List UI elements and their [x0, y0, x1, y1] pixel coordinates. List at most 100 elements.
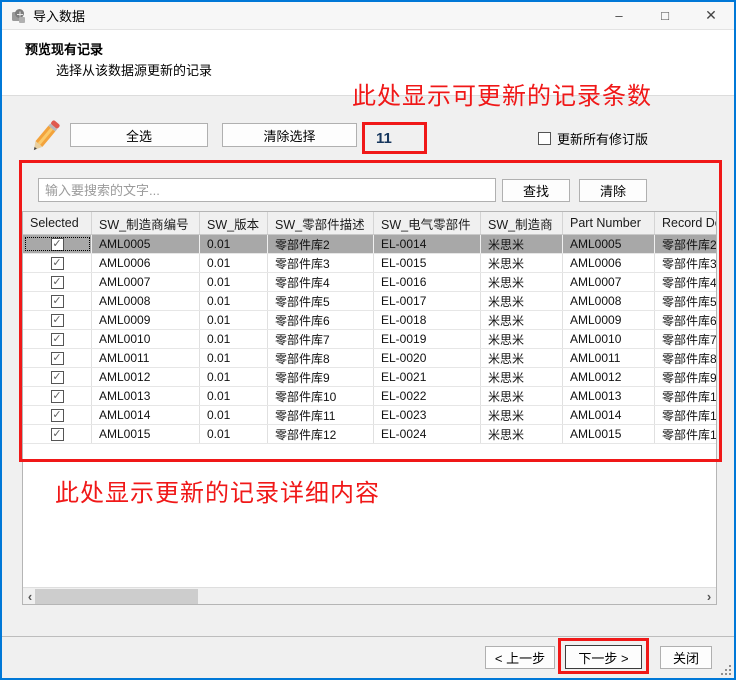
footer-separator [2, 636, 734, 637]
column-header[interactable]: Record Des [655, 212, 717, 234]
row-checkbox[interactable]: ✓ [51, 390, 64, 403]
column-header[interactable]: SW_制造商 [481, 212, 563, 234]
table-cell: 0.01 [200, 387, 268, 405]
table-cell: 米思米 [481, 425, 563, 443]
table-cell: 零部件库7 [655, 330, 717, 348]
table-cell: 0.01 [200, 330, 268, 348]
app-icon [10, 8, 26, 24]
import-data-dialog: 导入数据 – □ ✕ 预览现有记录 选择从该数据源更新的记录 此处显示可更新的记… [0, 0, 736, 680]
table-row[interactable]: ✓AML00140.01零部件库11EL-0023米思米AML0014零部件库1… [23, 406, 716, 425]
table-cell: EL-0019 [374, 330, 481, 348]
maximize-button[interactable]: □ [642, 2, 688, 29]
table-cell: AML0014 [563, 406, 655, 424]
close-button[interactable]: 关闭 [660, 646, 712, 669]
table-cell: AML0007 [563, 273, 655, 291]
table-cell: 米思米 [481, 387, 563, 405]
table-cell: AML0011 [92, 349, 200, 367]
update-all-revisions-option[interactable]: 更新所有修订版 [538, 129, 648, 148]
row-checkbox[interactable]: ✓ [51, 371, 64, 384]
window-title: 导入数据 [33, 6, 85, 25]
table-cell: 米思米 [481, 273, 563, 291]
table-row[interactable]: ✓AML00130.01零部件库10EL-0022米思米AML0013零部件库1… [23, 387, 716, 406]
table-row[interactable]: ✓AML00050.01零部件库2EL-0014米思米AML0005零部件库2 [23, 235, 716, 254]
table-cell: EL-0016 [374, 273, 481, 291]
row-checkbox-cell: ✓ [23, 273, 92, 291]
records-grid-panel: SelectedSW_制造商编号SW_版本SW_零部件描述SW_电气零部件SW_… [22, 211, 717, 605]
clear-button[interactable]: 清除 [579, 179, 647, 202]
table-cell: 零部件库6 [268, 311, 374, 329]
updatable-count-box: 11 [362, 122, 427, 154]
table-cell: AML0013 [92, 387, 200, 405]
row-checkbox[interactable]: ✓ [51, 409, 64, 422]
table-cell: AML0012 [563, 368, 655, 386]
table-cell: AML0009 [563, 311, 655, 329]
table-row[interactable]: ✓AML00080.01零部件库5EL-0017米思米AML0008零部件库5 [23, 292, 716, 311]
close-icon[interactable]: ✕ [688, 2, 734, 29]
find-button[interactable]: 查找 [502, 179, 570, 202]
column-header[interactable]: Selected [23, 212, 92, 234]
row-checkbox[interactable]: ✓ [51, 428, 64, 441]
table-cell: 零部件库9 [655, 368, 717, 386]
table-cell: EL-0014 [374, 235, 481, 253]
table-row[interactable]: ✓AML00090.01零部件库6EL-0018米思米AML0009零部件库6 [23, 311, 716, 330]
update-all-revisions-checkbox[interactable] [538, 132, 551, 145]
row-checkbox-cell: ✓ [23, 349, 92, 367]
table-cell: 零部件库5 [655, 292, 717, 310]
table-cell: 零部件库8 [655, 349, 717, 367]
table-cell: AML0013 [563, 387, 655, 405]
table-cell: 零部件库10 [655, 387, 717, 405]
previous-button[interactable]: < 上一步 [485, 646, 555, 669]
table-cell: 米思米 [481, 349, 563, 367]
minimize-button[interactable]: – [596, 2, 642, 29]
clear-selection-button[interactable]: 清除选择 [222, 123, 357, 147]
row-checkbox-cell: ✓ [23, 254, 92, 272]
table-cell: AML0011 [563, 349, 655, 367]
column-header[interactable]: SW_版本 [200, 212, 268, 234]
scrollbar-thumb[interactable] [35, 589, 198, 604]
select-all-button[interactable]: 全选 [70, 123, 208, 147]
table-cell: 0.01 [200, 292, 268, 310]
table-cell: 零部件库9 [268, 368, 374, 386]
table-cell: 零部件库6 [655, 311, 717, 329]
table-cell: AML0015 [563, 425, 655, 443]
row-checkbox-cell: ✓ [23, 311, 92, 329]
table-cell: 零部件库5 [268, 292, 374, 310]
column-header[interactable]: SW_制造商编号 [92, 212, 200, 234]
row-checkbox[interactable]: ✓ [51, 295, 64, 308]
row-checkbox[interactable]: ✓ [51, 314, 64, 327]
table-row[interactable]: ✓AML00110.01零部件库8EL-0020米思米AML0011零部件库8 [23, 349, 716, 368]
table-cell: AML0010 [563, 330, 655, 348]
next-button[interactable]: 下一步 > [565, 645, 642, 669]
table-cell: 0.01 [200, 406, 268, 424]
column-header[interactable]: SW_零部件描述 [268, 212, 374, 234]
column-header[interactable]: Part Number [563, 212, 655, 234]
table-row[interactable]: ✓AML00100.01零部件库7EL-0019米思米AML0010零部件库7 [23, 330, 716, 349]
table-cell: 零部件库12 [268, 425, 374, 443]
row-checkbox[interactable]: ✓ [51, 333, 64, 346]
table-cell: AML0007 [92, 273, 200, 291]
table-cell: AML0005 [563, 235, 655, 253]
search-input[interactable] [38, 178, 496, 202]
table-header-row: SelectedSW_制造商编号SW_版本SW_零部件描述SW_电气零部件SW_… [23, 212, 716, 235]
table-row[interactable]: ✓AML00070.01零部件库4EL-0016米思米AML0007零部件库4 [23, 273, 716, 292]
table-row[interactable]: ✓AML00150.01零部件库12EL-0024米思米AML0015零部件库1… [23, 425, 716, 444]
table-cell: 0.01 [200, 311, 268, 329]
table-cell: AML0008 [92, 292, 200, 310]
row-checkbox[interactable]: ✓ [51, 276, 64, 289]
row-checkbox-cell: ✓ [23, 406, 92, 424]
table-row[interactable]: ✓AML00060.01零部件库3EL-0015米思米AML0006零部件库3 [23, 254, 716, 273]
row-checkbox[interactable]: ✓ [51, 238, 64, 251]
row-checkbox-cell: ✓ [23, 387, 92, 405]
table-cell: 零部件库7 [268, 330, 374, 348]
table-row[interactable]: ✓AML00120.01零部件库9EL-0021米思米AML0012零部件库9 [23, 368, 716, 387]
resize-grip[interactable] [720, 664, 732, 676]
table-cell: 0.01 [200, 349, 268, 367]
horizontal-scrollbar[interactable]: ‹ › [23, 587, 716, 604]
row-checkbox[interactable]: ✓ [51, 352, 64, 365]
title-bar: 导入数据 – □ ✕ [2, 2, 734, 30]
table-cell: 0.01 [200, 235, 268, 253]
column-header[interactable]: SW_电气零部件 [374, 212, 481, 234]
scroll-right-icon[interactable]: › [702, 588, 716, 605]
table-cell: 零部件库3 [268, 254, 374, 272]
row-checkbox[interactable]: ✓ [51, 257, 64, 270]
